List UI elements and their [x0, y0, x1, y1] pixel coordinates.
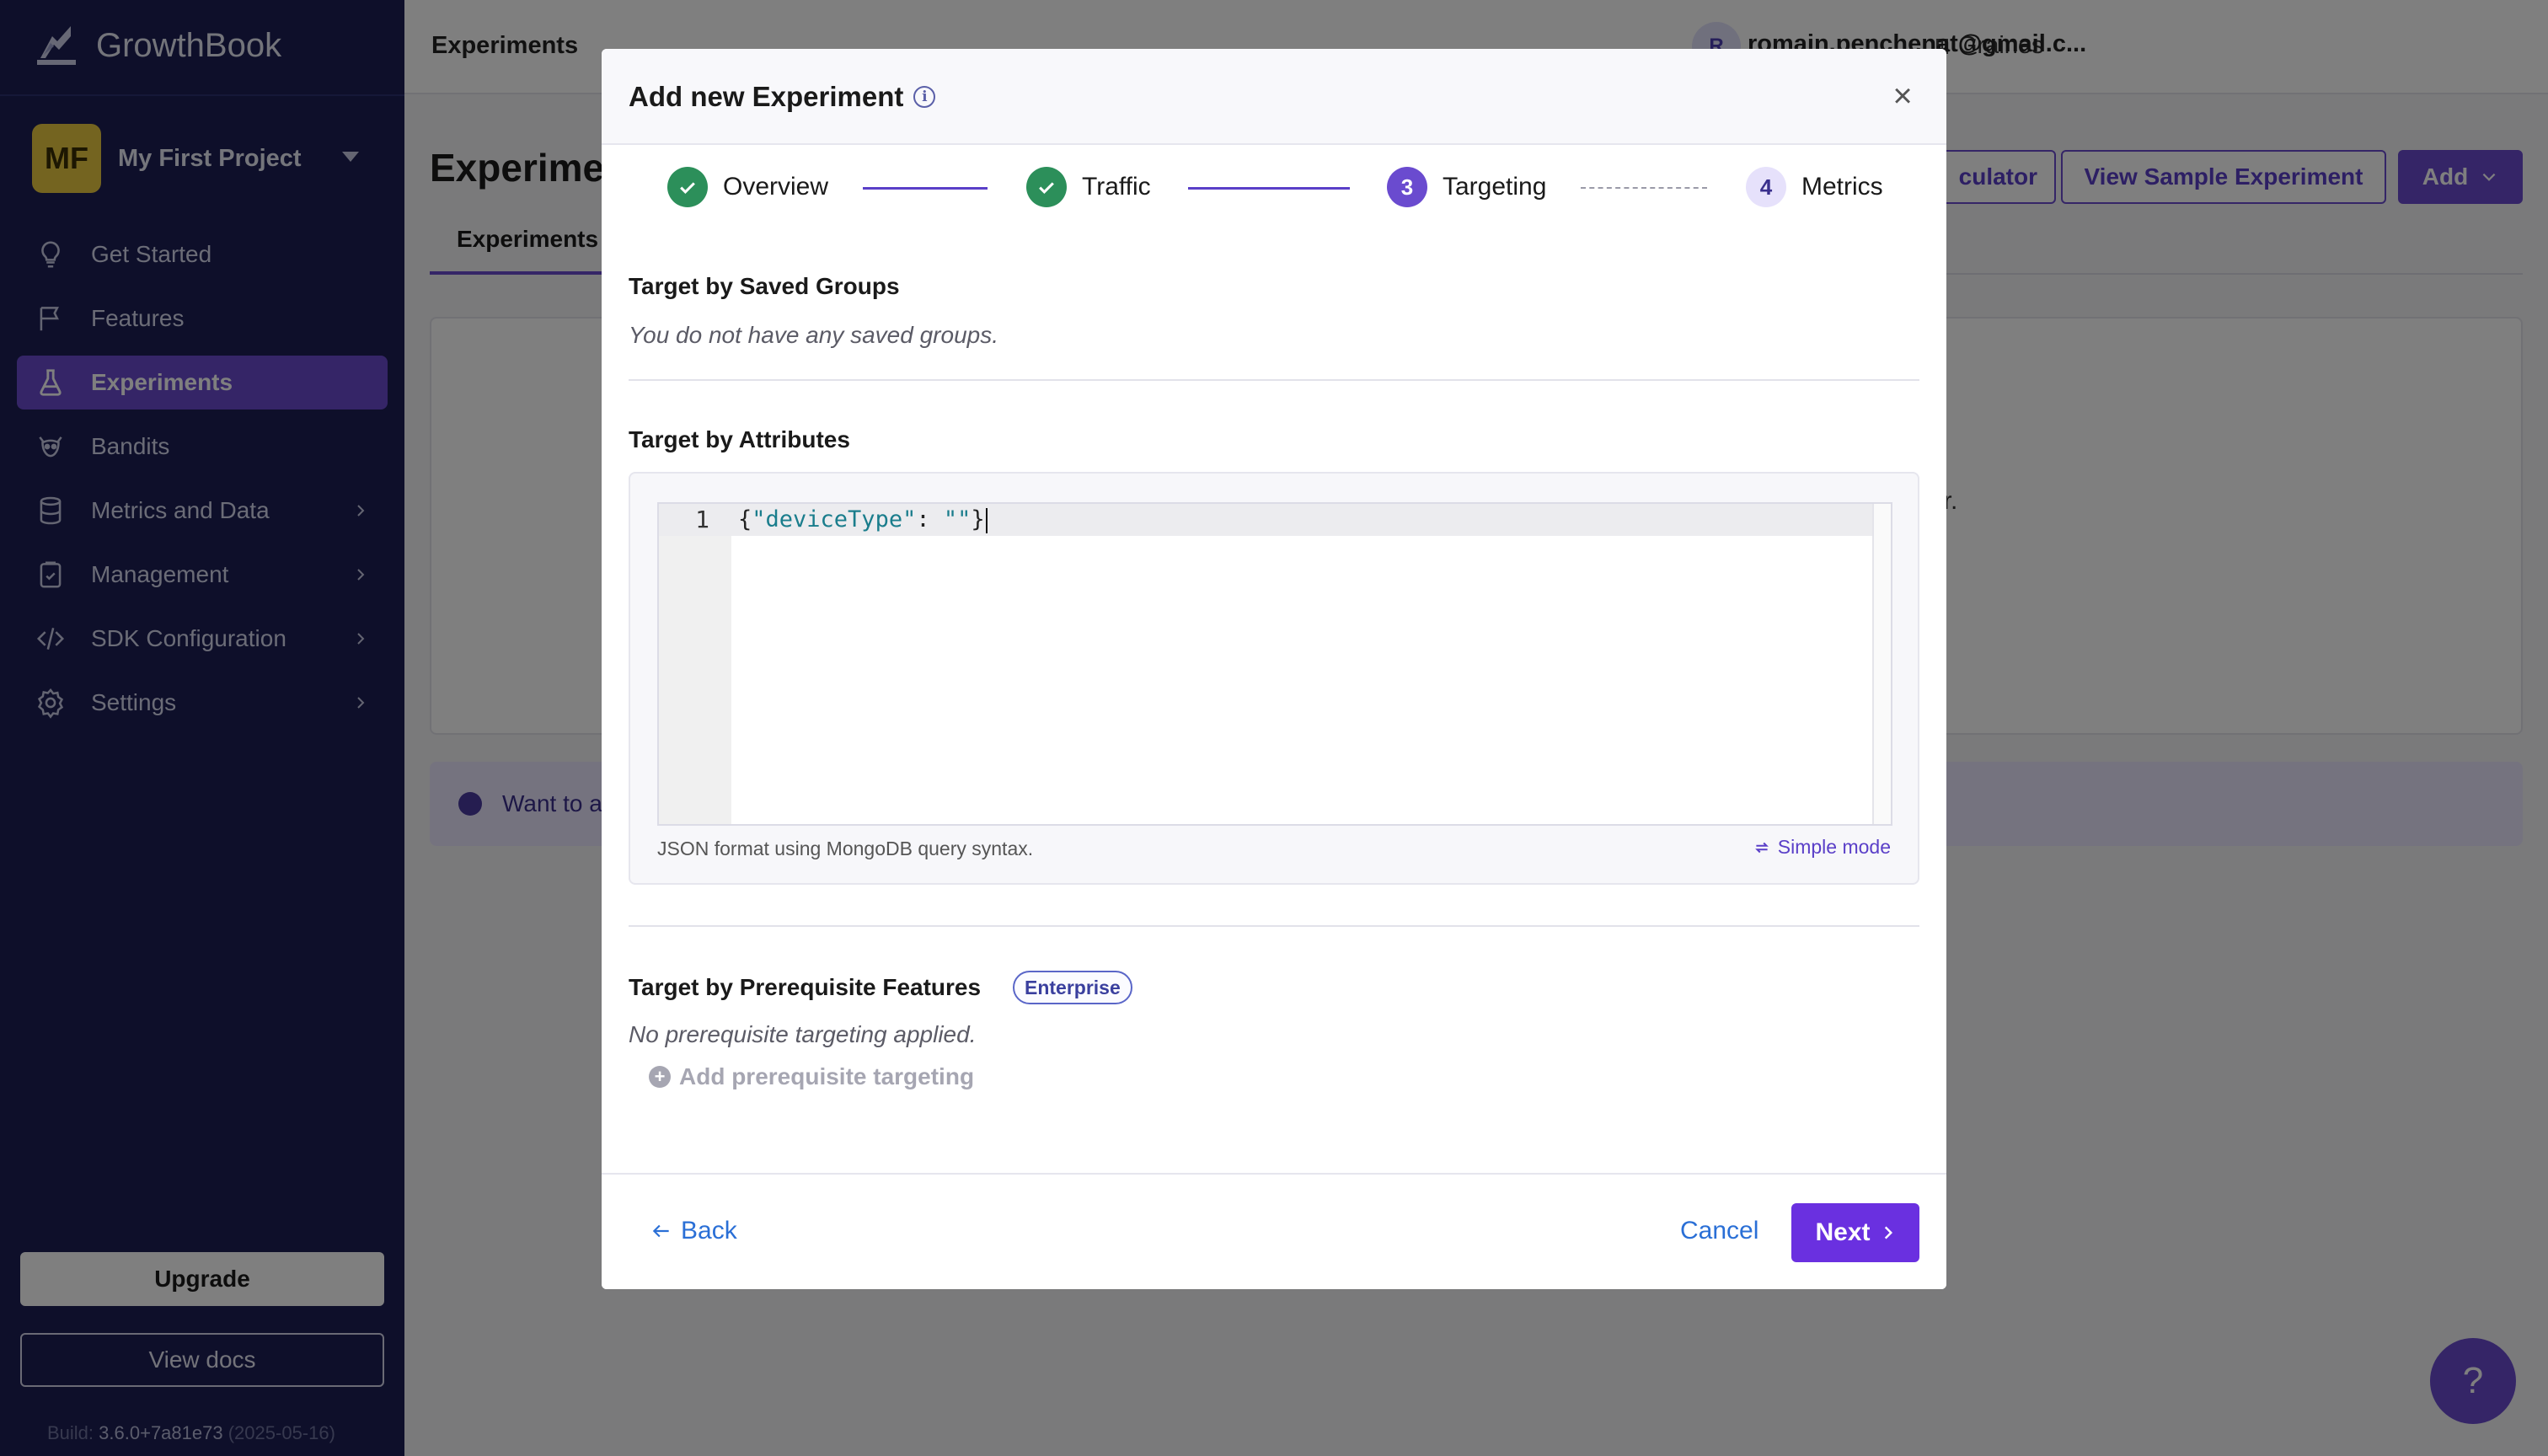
code-colon: : [916, 506, 944, 533]
info-icon[interactable]: i [913, 86, 936, 108]
check-icon [667, 167, 708, 207]
add-experiment-modal: Add new Experiment i × Overview Traffic … [602, 49, 1946, 1289]
check-icon [1026, 167, 1067, 207]
step-label: Targeting [1443, 173, 1547, 201]
step-connector [863, 187, 988, 190]
enterprise-badge: Enterprise [1013, 971, 1132, 1004]
editor-gutter [659, 504, 731, 824]
next-label: Next [1815, 1218, 1871, 1246]
code-brace-close: } [971, 506, 985, 533]
json-editor[interactable]: 1 {"deviceType": ""} [657, 502, 1892, 826]
modal-header: Add new Experiment i × [602, 49, 1946, 145]
arrow-left-icon [652, 1224, 669, 1238]
plus-circle-icon: + [649, 1066, 671, 1088]
saved-groups-note: You do not have any saved groups. [629, 322, 998, 348]
back-label: Back [681, 1217, 737, 1245]
step-label: Overview [723, 173, 829, 201]
prerequisites-note: No prerequisite targeting applied. [629, 1021, 977, 1047]
add-prerequisite-button[interactable]: + Add prerequisite targeting [649, 1063, 974, 1090]
step-connector [1581, 187, 1707, 189]
step-connector [1188, 187, 1350, 190]
add-prerequisite-label: Add prerequisite targeting [679, 1063, 975, 1089]
next-button[interactable]: Next [1791, 1203, 1919, 1262]
modal-footer: Back Cancel Next [602, 1173, 1946, 1289]
code-brace-open: { [738, 506, 752, 533]
divider [629, 379, 1919, 381]
prerequisites-title: Target by Prerequisite Features [629, 974, 982, 1000]
code-key: "deviceType" [752, 506, 917, 533]
wizard-stepper: Overview Traffic 3 Targeting 4 Metrics [602, 167, 1946, 216]
attributes-title: Target by Attributes [629, 426, 850, 452]
divider [629, 925, 1919, 927]
code-value: "" [943, 506, 972, 533]
cancel-button[interactable]: Cancel [1680, 1217, 1758, 1245]
modal-title-text: Add new Experiment [629, 81, 904, 112]
step-targeting[interactable]: 3 Targeting [1387, 167, 1546, 207]
attributes-editor-card: 1 {"deviceType": ""} JSON format using M… [629, 472, 1919, 885]
text-cursor [985, 507, 988, 533]
swap-icon [1754, 842, 1769, 853]
step-number: 3 [1387, 167, 1427, 207]
back-button[interactable]: Back [650, 1217, 737, 1245]
editor-hint: JSON format using MongoDB query syntax. [657, 838, 1034, 859]
step-metrics[interactable]: 4 Metrics [1746, 167, 1883, 207]
code-line[interactable]: {"deviceType": ""} [738, 506, 988, 533]
step-number: 4 [1746, 167, 1786, 207]
editor-scrollbar[interactable] [1872, 504, 1891, 824]
simple-mode-toggle[interactable]: Simple mode [1753, 836, 1891, 859]
close-icon[interactable]: × [1886, 79, 1919, 113]
saved-groups-title: Target by Saved Groups [629, 273, 900, 299]
simple-mode-label: Simple mode [1777, 836, 1891, 858]
step-overview[interactable]: Overview [667, 167, 828, 207]
line-number: 1 [695, 506, 709, 533]
chevron-right-icon [1884, 1226, 1892, 1239]
step-label: Traffic [1082, 173, 1151, 201]
modal-title: Add new Experiment i [629, 81, 936, 113]
step-label: Metrics [1801, 173, 1883, 201]
step-traffic[interactable]: Traffic [1026, 167, 1151, 207]
